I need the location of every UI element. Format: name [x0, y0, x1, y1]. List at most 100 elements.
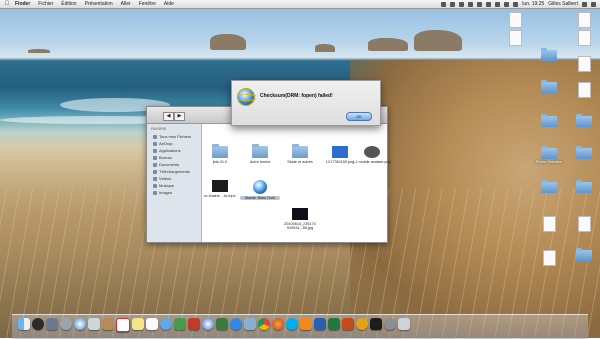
notes-icon[interactable] — [132, 318, 144, 330]
sidebar-item-downloads[interactable]: Téléchargements — [153, 168, 201, 175]
excel-icon[interactable] — [328, 318, 340, 330]
alert-message: Checksum(DRM: fopen) failed! — [260, 93, 333, 99]
mail-icon[interactable] — [88, 318, 100, 330]
app-store-icon[interactable] — [230, 318, 242, 330]
desktop-icon — [153, 155, 157, 160]
forward-button[interactable]: ▶ — [174, 112, 185, 121]
powerpoint-icon[interactable] — [342, 318, 354, 330]
desktop-icon[interactable] — [532, 48, 566, 62]
safari-icon[interactable] — [74, 318, 86, 330]
desktop-icon[interactable] — [567, 216, 600, 233]
status-icon[interactable] — [441, 1, 447, 7]
desktop-icon[interactable] — [567, 248, 600, 262]
word-icon[interactable] — [314, 318, 326, 330]
pictures-icon — [153, 190, 157, 195]
file-item[interactable]: Skate et autres — [280, 144, 320, 164]
itunes-icon[interactable] — [202, 318, 214, 330]
menu-edition[interactable]: Édition — [61, 1, 76, 7]
file-item[interactable]: L1 mobile avatare.png — [352, 146, 392, 164]
status-icon[interactable] — [450, 1, 456, 7]
vlc-icon[interactable] — [300, 318, 312, 330]
sidebar-item-all-files[interactable]: Tous mes Fichiers — [153, 133, 201, 140]
contacts-icon[interactable] — [102, 318, 114, 330]
sidebar-item-applications[interactable]: Applications — [153, 147, 201, 154]
sidebar-item-airdrop[interactable]: AirDrop — [153, 140, 201, 147]
sidebar-item-desktop[interactable]: Bureau — [153, 154, 201, 161]
alert-dialog: Checksum(DRM: fopen) failed! OK — [231, 80, 381, 126]
menu-fichier[interactable]: Fichier — [38, 1, 53, 7]
desktop-icon[interactable] — [567, 56, 600, 73]
desktop-icon[interactable] — [532, 216, 566, 233]
facetime-icon[interactable] — [174, 318, 186, 330]
folder-icon — [541, 146, 557, 159]
dock — [12, 314, 588, 339]
file-item[interactable]: Autre boulot — [240, 144, 280, 164]
preview-icon[interactable] — [244, 318, 256, 330]
sidebar-item-pictures[interactable]: Images — [153, 189, 201, 196]
menu-aide[interactable]: Aide — [164, 1, 174, 7]
desktop-icon[interactable] — [567, 146, 600, 160]
reminders-icon[interactable] — [146, 318, 158, 330]
apple-menu-icon[interactable]:  — [3, 1, 11, 7]
time-machine-icon[interactable] — [477, 1, 483, 7]
volume-icon[interactable] — [495, 1, 501, 7]
skype-icon[interactable] — [286, 318, 298, 330]
status-icon[interactable] — [459, 1, 465, 7]
ok-button[interactable]: OK — [346, 112, 372, 121]
desktop-icon[interactable] — [567, 114, 600, 128]
calendar-icon[interactable] — [116, 318, 130, 332]
sidebar-item-music[interactable]: Musique — [153, 182, 201, 189]
sidebar-item-documents[interactable]: Documents — [153, 161, 201, 168]
menu-presentation[interactable]: Présentation — [85, 1, 113, 7]
settings-icon[interactable] — [384, 318, 396, 330]
document-icon — [577, 56, 591, 72]
wallpaper-rock — [315, 44, 335, 52]
terminal-icon[interactable] — [370, 318, 382, 330]
bluetooth-icon[interactable] — [468, 1, 474, 7]
mission-control-icon[interactable] — [46, 318, 58, 330]
file-label: Marble Blast Gold — [240, 196, 280, 200]
desktop-icon[interactable] — [567, 12, 600, 29]
desktop-icon[interactable] — [567, 30, 600, 47]
file-item[interactable]: 20100614_235174 919031...55.jpg — [280, 208, 320, 230]
flag-icon[interactable] — [513, 1, 519, 7]
sidebar-item-movies[interactable]: Vidéos — [153, 175, 201, 182]
desktop-icon[interactable] — [567, 180, 600, 194]
desktop-icon[interactable] — [532, 80, 566, 94]
wifi-icon[interactable] — [486, 1, 492, 7]
file-item-selected[interactable]: Marble Blast Gold — [240, 180, 280, 200]
firefox-icon[interactable] — [272, 318, 284, 330]
outlook-icon[interactable] — [356, 318, 368, 330]
finder-icon[interactable] — [18, 318, 30, 330]
finder-content: jbts 01.0 Autre boulot Skate et autres 1… — [200, 124, 391, 242]
file-item[interactable]: to chaine ...to.mp4 — [200, 180, 240, 198]
menubar-user[interactable]: Gilles Salbert — [548, 1, 578, 7]
menu-fenetre[interactable]: Fenêtre — [139, 1, 156, 7]
file-item[interactable]: jbts 01.0 — [200, 144, 240, 164]
desktop-icon[interactable] — [532, 250, 566, 267]
menu-finder[interactable]: Finder — [15, 1, 30, 7]
desktop-icon[interactable] — [532, 180, 566, 194]
desktop-icon[interactable]: Photos Sélection — [532, 146, 566, 164]
back-button[interactable]: ◀ — [163, 112, 174, 121]
dashboard-icon[interactable] — [32, 318, 44, 330]
notification-center-icon[interactable] — [591, 1, 596, 7]
menubar-clock[interactable]: lun. 19:25 — [522, 1, 544, 7]
iphoto-icon[interactable] — [216, 318, 228, 330]
menu-aller[interactable]: Aller — [121, 1, 131, 7]
photo-booth-icon[interactable] — [188, 318, 200, 330]
trash-icon[interactable] — [398, 318, 410, 330]
battery-icon[interactable] — [504, 1, 510, 7]
spotlight-icon[interactable] — [582, 1, 587, 7]
desktop-icon[interactable] — [567, 82, 600, 99]
sidebar-item-label: Musique — [159, 183, 175, 188]
desktop-icon[interactable] — [532, 114, 566, 128]
desktop-icon[interactable] — [498, 12, 532, 29]
sidebar-item-label: Tous mes Fichiers — [159, 134, 192, 139]
movie-file-icon — [212, 180, 228, 192]
launchpad-icon[interactable] — [60, 318, 72, 330]
sidebar-item-label: AirDrop — [159, 141, 173, 146]
desktop-icon[interactable] — [498, 30, 532, 47]
chrome-icon[interactable] — [258, 318, 270, 330]
messages-icon[interactable] — [160, 318, 172, 330]
